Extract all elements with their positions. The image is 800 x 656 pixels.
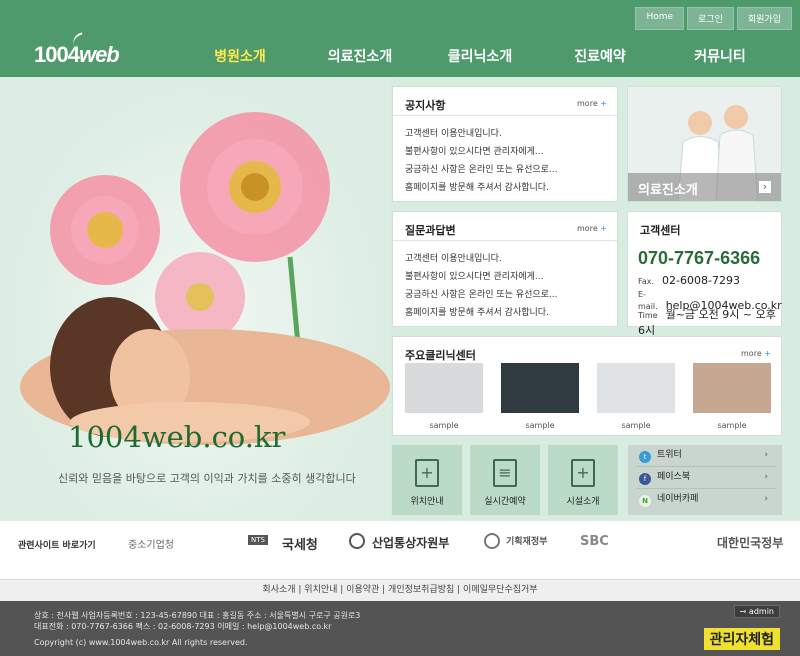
- chevron-right-icon: ›: [764, 494, 768, 504]
- reservation-icon: ≡: [493, 459, 517, 487]
- nav-community[interactable]: 커뮤니티: [660, 46, 780, 66]
- twitter-icon: t: [639, 451, 651, 463]
- twitter-link[interactable]: t 트위터 ›: [636, 447, 776, 467]
- facebook-link[interactable]: f 페이스북 ›: [636, 469, 776, 489]
- clinic-thumb[interactable]: [597, 363, 675, 413]
- clinic-caption: sample: [525, 421, 555, 430]
- qna-more-link[interactable]: more +: [577, 224, 607, 233]
- login-link[interactable]: 로그인: [687, 7, 734, 30]
- nav-reservation[interactable]: 진료예약: [540, 46, 660, 66]
- list-item[interactable]: 궁금하신 사항은 온라인 또는 유선으로...: [405, 161, 558, 179]
- clinic-thumb[interactable]: [405, 363, 483, 413]
- related-sites-label: 관련사이트 바로가기: [18, 541, 96, 551]
- list-item[interactable]: 홈페이지를 방문해 주셔서 감사합니다.: [405, 179, 558, 197]
- admin-button[interactable]: ⊸ admin: [733, 605, 780, 618]
- quick-facility-button[interactable]: + 시설소개: [548, 445, 618, 515]
- nts-logo-icon: NTS: [248, 535, 268, 545]
- clinic-more-link[interactable]: more +: [741, 349, 771, 358]
- top-navigation: Home 로그인 회원가입: [635, 7, 792, 30]
- partner-link[interactable]: 국세청: [282, 534, 318, 553]
- nav-clinics[interactable]: 클리닉소개: [420, 46, 540, 66]
- partner-link[interactable]: 산업통상자원부: [372, 534, 449, 551]
- key-icon: ⊸: [739, 607, 749, 616]
- clinic-box: 주요클리닉센터 more + sample sample sample samp…: [392, 336, 782, 436]
- customer-center: 고객센터 070-7767-6366 Fax. 02-6008-7293 E-ma…: [627, 211, 782, 337]
- partner-link[interactable]: 기획재정부: [506, 534, 547, 547]
- footer: 상호 : 천사웹 사업자등록번호 : 123-45-67890 대표 : 홍길동…: [0, 601, 800, 656]
- chevron-right-icon: ›: [764, 450, 768, 460]
- related-sites: 관련사이트 바로가기 중소기업청 NTS 국세청 산업통상자원부 기획재정부 S…: [0, 521, 800, 579]
- naver-cafe-link[interactable]: N 네이버카페 ›: [636, 491, 776, 511]
- admin-experience-button[interactable]: 관리자체험: [703, 628, 780, 650]
- flower-icon: [180, 112, 330, 262]
- facebook-icon: f: [639, 473, 651, 485]
- header: 1004web Home 로그인 회원가입 병원소개 의료진소개 클리닉소개 진…: [0, 0, 800, 77]
- flower-icon: [50, 175, 160, 285]
- list-item[interactable]: 고객센터 이용안내입니다.: [405, 125, 558, 143]
- list-item[interactable]: 고객센터 이용안내입니다.: [405, 250, 558, 268]
- list-item[interactable]: 불편사항이 있으시다면 관리자에게...: [405, 268, 558, 286]
- list-item[interactable]: 불편사항이 있으시다면 관리자에게...: [405, 143, 558, 161]
- hero-domain: 1004web.co.kr: [68, 420, 286, 454]
- hero-illustration: [20, 112, 390, 445]
- partner-link[interactable]: 중소기업청: [128, 536, 174, 551]
- social-links: t 트위터 › f 페이스북 › N 네이버카페 ›: [628, 445, 782, 515]
- staff-banner-label: 의료진소개: [638, 183, 698, 198]
- phone-number: 070-7767-6366: [638, 248, 761, 268]
- customer-center-title: 고객센터: [640, 224, 681, 237]
- qna-box: 질문과답변 more + 고객센터 이용안내입니다. 불편사항이 있으시다면 관…: [392, 211, 618, 327]
- naver-cafe-icon: N: [639, 495, 651, 507]
- nav-hospital-intro[interactable]: 병원소개: [180, 46, 300, 66]
- footer-links[interactable]: 회사소개 | 위치안내 | 이용약관 | 개인정보취급방침 | 이메일무단수집거…: [0, 579, 800, 601]
- clinic-title: 주요클리닉센터: [405, 349, 476, 362]
- clinic-thumb[interactable]: [501, 363, 579, 413]
- list-item[interactable]: 궁금하신 사항은 온라인 또는 유선으로...: [405, 286, 558, 304]
- fax-number: 02-6008-7293: [662, 274, 740, 287]
- clinic-thumb[interactable]: [693, 363, 771, 413]
- staff-banner[interactable]: 의료진소개 ›: [627, 86, 782, 202]
- company-info: 상호 : 천사웹 사업자등록번호 : 123-45-67890 대표 : 홍길동…: [34, 611, 361, 620]
- business-hours: 월~금 오전 9시 ~ 오후 6시: [638, 308, 776, 337]
- clinic-caption: sample: [717, 421, 747, 430]
- contact-info: 대표전화 : 070-7767-6366 팩스 : 02-6008-7293 이…: [34, 622, 332, 631]
- facility-icon: +: [571, 459, 595, 487]
- signup-link[interactable]: 회원가입: [736, 7, 792, 30]
- logo[interactable]: 1004web: [34, 32, 120, 68]
- copyright: Copyright (c) www.1004web.co.kr All righ…: [34, 638, 248, 647]
- partner-link[interactable]: SBC: [580, 534, 609, 549]
- clinic-caption: sample: [429, 421, 459, 430]
- arrow-right-icon: ›: [759, 181, 771, 193]
- hero-visual: [0, 77, 390, 521]
- gov-emblem-icon: [349, 533, 365, 549]
- gov-emblem-icon: [484, 533, 500, 549]
- flower-icon: [155, 252, 245, 342]
- notice-box: 공지사항 more + 고객센터 이용안내입니다. 불편사항이 있으시다면 관리…: [392, 86, 618, 202]
- list-item[interactable]: 홈페이지를 방문해 주셔서 감사합니다.: [405, 304, 558, 322]
- main-navigation: 병원소개 의료진소개 클리닉소개 진료예약 커뮤니티: [180, 46, 780, 66]
- home-link[interactable]: Home: [635, 7, 685, 30]
- hero-slogan: 신뢰와 믿음을 바탕으로 고객의 이익과 가치를 소중히 생각합니다: [58, 472, 356, 485]
- qna-title: 질문과답변: [405, 224, 456, 237]
- clinic-caption: sample: [621, 421, 651, 430]
- notice-more-link[interactable]: more +: [577, 99, 607, 108]
- nav-doctors[interactable]: 의료진소개: [300, 46, 420, 66]
- quick-reservation-button[interactable]: ≡ 실시간예약: [470, 445, 540, 515]
- notice-title: 공지사항: [405, 99, 446, 112]
- quick-location-button[interactable]: + 위치안내: [392, 445, 462, 515]
- location-icon: +: [415, 459, 439, 487]
- chevron-right-icon: ›: [764, 472, 768, 482]
- partner-link[interactable]: 대한민국정부: [717, 534, 783, 551]
